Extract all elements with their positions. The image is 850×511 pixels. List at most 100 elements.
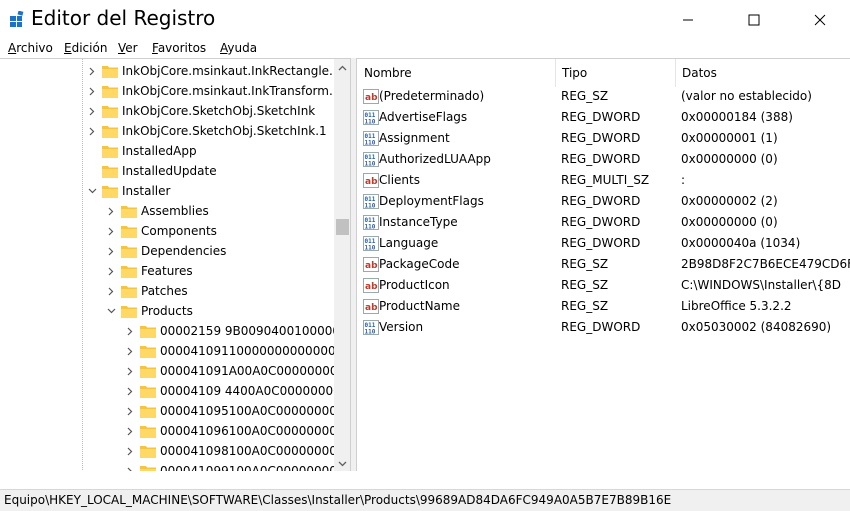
value-row[interactable]: ab ProductName REG_SZ LibreOffice 5.3.2.2: [357, 296, 850, 317]
window-title: Editor del Registro: [31, 6, 216, 30]
tree-item[interactable]: InkObjCore.msinkaut.InkRectangle.1: [0, 61, 341, 81]
key-tree[interactable]: InkObjCore.msinkaut.InkRectangle.1 InkObj…: [0, 58, 351, 471]
tree-item[interactable]: Products: [0, 301, 334, 321]
column-separator[interactable]: [675, 59, 676, 87]
chevron-down-icon[interactable]: [86, 181, 98, 201]
tree-item[interactable]: InkObjCore.msinkaut.InkTransform.1: [0, 81, 340, 101]
value-name: DeploymentFlags: [379, 194, 484, 208]
tree-item[interactable]: Features: [0, 261, 334, 281]
column-header-name[interactable]: Nombre: [364, 66, 412, 80]
value-row[interactable]: 011 110 AdvertiseFlags REG_DWORD 0x00000184 …: [357, 107, 850, 128]
chevron-right-icon[interactable]: [105, 201, 117, 221]
chevron-right-icon[interactable]: [86, 61, 98, 81]
tree-item[interactable]: 000041096100A0C0000000000000: [0, 421, 350, 441]
menu-ver[interactable]: Ver: [118, 41, 138, 55]
value-type: REG_SZ: [561, 257, 609, 271]
value-data: LibreOffice 5.3.2.2: [681, 299, 792, 313]
tree-item[interactable]: InstalledUpdate: [0, 161, 334, 181]
tree-item[interactable]: Installer: [0, 181, 334, 201]
svg-text:110: 110: [365, 140, 376, 147]
status-bar: Equipo\HKEY_LOCAL_MACHINE\SOFTWARE\Class…: [0, 489, 850, 511]
minimize-button[interactable]: [665, 0, 711, 40]
scroll-up-arrow-icon[interactable]: [334, 59, 350, 76]
tree-item[interactable]: InkObjCore.SketchObj.SketchInk: [0, 101, 334, 121]
chevron-right-icon[interactable]: [105, 241, 117, 261]
chevron-right-icon[interactable]: [124, 381, 136, 401]
close-button[interactable]: [797, 0, 843, 40]
tree-item-label: 000041091A00A0C0000000000000: [160, 364, 350, 378]
maximize-button[interactable]: [731, 0, 777, 40]
maximize-icon: [748, 14, 760, 26]
value-row[interactable]: 011 110 InstanceType REG_DWORD 0x00000000 (0…: [357, 212, 850, 233]
value-row[interactable]: ab Clients REG_MULTI_SZ:: [357, 170, 850, 191]
tree-item[interactable]: 00004109 4400A0C0000000000000: [0, 381, 350, 401]
tree-item[interactable]: Components: [0, 221, 334, 241]
tree-item[interactable]: 0000410911000000000000000000: [0, 341, 350, 361]
folder-icon: [121, 246, 137, 258]
value-data: :: [681, 173, 686, 187]
column-header-data[interactable]: Datos: [682, 66, 717, 80]
tree-item[interactable]: 000041095100A0C0000000000000: [0, 401, 350, 421]
value-row[interactable]: 011 110 Version REG_DWORD 0x05030002 (840826…: [357, 317, 850, 338]
menu-favoritos[interactable]: Favoritos: [152, 41, 206, 55]
scroll-down-arrow-icon[interactable]: [334, 455, 350, 471]
chevron-right-icon[interactable]: [124, 421, 136, 441]
value-row[interactable]: ab (Predeterminado) REG_SZ (valor no establ…: [357, 86, 850, 107]
binary-value-icon: 011110: [363, 131, 379, 146]
value-row[interactable]: 011 110 Assignment REG_DWORD 0x00000001 (1): [357, 128, 850, 149]
value-name: AdvertiseFlags: [379, 110, 468, 124]
folder-icon: [140, 366, 156, 378]
menu-ayuda[interactable]: Ayuda: [220, 41, 257, 55]
folder-icon: [121, 286, 137, 298]
chevron-right-icon[interactable]: [105, 221, 117, 241]
svg-text:110: 110: [365, 161, 376, 168]
tree-item[interactable]: 000041098100A0C0000000000000: [0, 441, 350, 461]
value-row[interactable]: 011 110 Language REG_DWORD 0x0000040a (1034): [357, 233, 850, 254]
tree-item[interactable]: 000041099100A0C0000000000000: [0, 461, 350, 471]
svg-text:ab: ab: [365, 261, 378, 271]
chevron-right-icon[interactable]: [124, 461, 136, 471]
chevron-right-icon[interactable]: [105, 281, 117, 301]
scrollbar-thumb[interactable]: [336, 219, 349, 235]
tree-item[interactable]: Patches: [0, 281, 334, 301]
value-row[interactable]: 011 110 AuthorizedLUAApp REG_DWORD 0x0000000…: [357, 149, 850, 170]
value-type: REG_DWORD: [561, 152, 641, 166]
chevron-right-icon[interactable]: [86, 81, 98, 101]
chevron-right-icon[interactable]: [105, 261, 117, 281]
value-row[interactable]: ab ProductIcon REG_SZ C:\WINDOWS\Installer\…: [357, 275, 850, 296]
chevron-right-icon[interactable]: [124, 341, 136, 361]
chevron-right-icon[interactable]: [124, 441, 136, 461]
menu-edicion[interactable]: Edición: [64, 41, 107, 55]
folder-icon: [121, 306, 137, 318]
value-name: InstanceType: [379, 215, 458, 229]
folder-icon: [140, 326, 156, 338]
tree-vertical-scrollbar[interactable]: [334, 59, 350, 471]
tree-item[interactable]: 00002159 9B00904001000000000000: [0, 321, 350, 341]
value-row[interactable]: ab PackageCode REG_SZ 2B98D8F2C7B6ECE479CD6…: [357, 254, 850, 275]
values-list[interactable]: Nombre Tipo Datos ab (Predeterminado) REG_…: [356, 58, 850, 471]
value-type: REG_DWORD: [561, 320, 641, 334]
tree-item[interactable]: 000041091A00A0C0000000000000: [0, 361, 350, 381]
column-separator[interactable]: [555, 59, 556, 87]
tree-item-label: 000041095100A0C0000000000000: [160, 404, 350, 418]
chevron-right-icon[interactable]: [86, 121, 98, 141]
menu-archivo[interactable]: Archivo: [8, 41, 53, 55]
chevron-right-icon[interactable]: [124, 361, 136, 381]
string-value-icon: ab: [363, 278, 379, 293]
chevron-right-icon[interactable]: [124, 401, 136, 421]
string-value-icon: ab: [363, 299, 379, 314]
tree-item[interactable]: Assemblies: [0, 201, 334, 221]
column-header-type[interactable]: Tipo: [562, 66, 587, 80]
value-type: REG_DWORD: [561, 110, 641, 124]
binary-value-icon: 011110: [363, 215, 379, 230]
svg-text:110: 110: [365, 329, 376, 336]
chevron-right-icon[interactable]: [86, 101, 98, 121]
tree-item-label: 000041099100A0C0000000000000: [160, 464, 350, 471]
value-row[interactable]: 011 110 DeploymentFlags REG_DWORD 0x00000002…: [357, 191, 850, 212]
chevron-down-icon[interactable]: [105, 301, 117, 321]
value-name: ProductIcon: [379, 278, 450, 292]
tree-item[interactable]: InstalledApp: [0, 141, 334, 161]
chevron-right-icon[interactable]: [124, 321, 136, 341]
tree-item[interactable]: InkObjCore.SketchObj.SketchInk.1: [0, 121, 334, 141]
tree-item[interactable]: Dependencies: [0, 241, 334, 261]
